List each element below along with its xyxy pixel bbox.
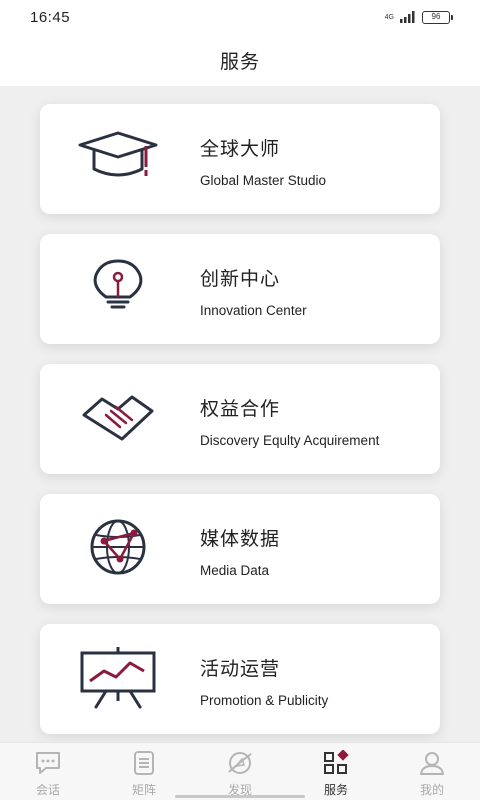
card-subtitle: Media Data — [200, 563, 270, 578]
list-doc-icon — [129, 749, 159, 777]
service-card-equity[interactable]: 权益合作 Discovery Equlty Acquirement — [40, 364, 440, 474]
card-text: 权益合作 Discovery Equlty Acquirement — [200, 394, 379, 448]
tab-label: 会话 — [35, 783, 60, 797]
profile-icon — [417, 749, 447, 777]
handshake-icon — [76, 386, 160, 452]
page-title: 服务 — [219, 50, 260, 73]
card-title: 活动运营 — [200, 658, 281, 680]
status-bar: 16:45 4G 96 — [0, 0, 480, 34]
card-title: 创新中心 — [200, 268, 281, 290]
card-text: 创新中心 Innovation Center — [200, 264, 307, 318]
graduation-cap-icon — [76, 126, 160, 192]
service-card-media-data[interactable]: 媒体数据 Media Data — [40, 494, 440, 604]
network-type: 4G — [384, 13, 394, 21]
card-text: 媒体数据 Media Data — [200, 524, 280, 578]
service-list: 全球大师 Global Master Studio 创新中心 Innovatio… — [40, 104, 440, 754]
card-title: 权益合作 — [200, 398, 281, 420]
card-title: 媒体数据 — [200, 528, 281, 550]
card-text: 活动运营 Promotion & Publicity — [200, 654, 328, 708]
home-indicator — [175, 795, 305, 798]
service-card-global-master[interactable]: 全球大师 Global Master Studio — [40, 104, 440, 214]
bottom-tab-bar: 会话 矩阵 发现 服务 我的 — [0, 742, 480, 800]
card-text: 全球大师 Global Master Studio — [200, 134, 326, 188]
tab-matrix[interactable]: 矩阵 — [96, 743, 192, 800]
tab-label: 我的 — [419, 783, 444, 797]
service-card-promotion[interactable]: 活动运营 Promotion & Publicity — [40, 624, 440, 734]
tab-discover[interactable]: 发现 — [192, 743, 288, 800]
tab-profile[interactable]: 我的 — [384, 743, 480, 800]
presentation-board-icon — [76, 646, 160, 712]
globe-network-icon — [76, 516, 160, 582]
signal-icon — [400, 11, 415, 23]
lightbulb-icon — [76, 256, 160, 322]
compass-icon — [225, 749, 255, 777]
tab-label: 服务 — [323, 783, 348, 797]
tab-label: 矩阵 — [131, 783, 156, 797]
service-card-innovation[interactable]: 创新中心 Innovation Center — [40, 234, 440, 344]
title-bar: 服务 — [0, 34, 480, 86]
battery-icon: 96 — [422, 10, 453, 24]
card-title: 全球大师 — [200, 138, 281, 160]
tab-chat[interactable]: 会话 — [0, 743, 96, 800]
card-subtitle: Global Master Studio — [200, 173, 327, 188]
card-subtitle: Promotion & Publicity — [200, 693, 329, 708]
grid-services-icon — [321, 749, 351, 777]
chat-bubble-icon — [33, 749, 63, 777]
card-subtitle: Discovery Equlty Acquirement — [200, 433, 380, 448]
tab-services[interactable]: 服务 — [288, 743, 384, 800]
status-icons: 4G 96 — [384, 10, 453, 24]
status-time: 16:45 — [30, 8, 71, 26]
card-subtitle: Innovation Center — [200, 303, 307, 318]
